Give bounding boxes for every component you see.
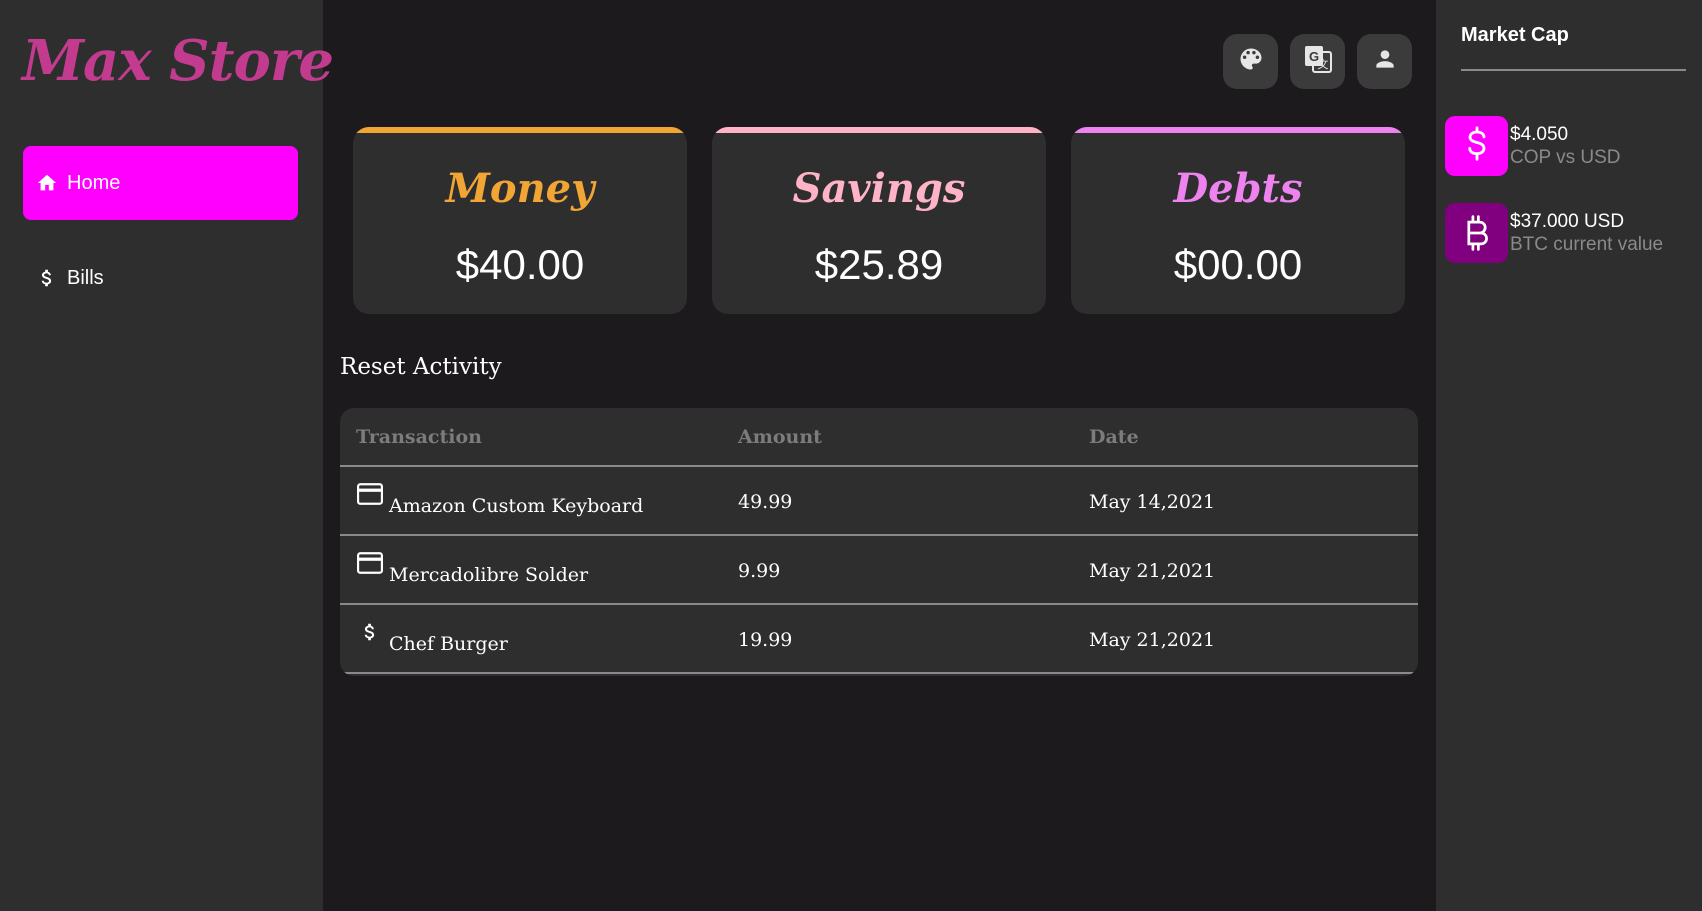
amount-cell: 19.99 [738,629,793,651]
market-value: $4.050 [1510,124,1569,145]
transaction-name: Chef Burger [389,633,508,655]
bitcoin-icon [1445,203,1508,263]
card-accent-bar [353,127,687,133]
app-logo[interactable]: Max Store [22,28,334,94]
amount-cell: 49.99 [738,491,793,513]
dollar-icon [35,266,59,290]
table-row[interactable]: Chef Burger 19.99 May 21,2021 [340,605,1418,674]
card-value: $40.00 [455,241,585,288]
transaction-name: Amazon Custom Keyboard [389,495,644,517]
date-cell: May 14,2021 [1089,491,1216,513]
market-desc: BTC current value [1510,234,1664,255]
sidebar-item-label: Home [67,171,121,194]
date-cell: May 21,2021 [1089,560,1216,582]
palette-icon [1237,45,1265,78]
card-accent-bar [1071,127,1405,133]
amount-cell: 9.99 [738,560,781,582]
column-header: Amount [738,426,822,448]
market-sidebar: Market Cap $4.050 COP vs USD $37.000 USD… [1436,0,1702,911]
card-value: $00.00 [1173,241,1303,288]
card-value: $25.89 [814,241,944,288]
language-button[interactable]: G 文 [1290,34,1345,89]
profile-button[interactable] [1357,34,1412,89]
card-title: Debts [1173,165,1303,212]
savings-card: Savings $25.89 [712,127,1046,314]
section-title: Reset Activity [340,354,502,380]
date-cell: May 21,2021 [1089,629,1216,651]
home-icon [35,171,59,195]
money-card: Money $40.00 [353,127,687,314]
translate-icon: G 文 [1303,44,1333,79]
sidebar-item-home[interactable]: Home [23,146,298,220]
transaction-cell: Mercadolibre Solder [357,552,588,586]
top-toolbar: G 文 [1223,34,1412,89]
market-value: $37.000 USD [1510,211,1625,232]
transaction-cell: Chef Burger [357,623,508,655]
debts-card: Debts $00.00 [1071,127,1405,314]
sidebar-item-label: Bills [67,266,104,289]
card-title: Money [445,165,595,212]
table-header: Transaction Amount Date [340,408,1418,467]
sidebar: Max Store Home Bills [0,0,334,911]
column-header: Date [1089,426,1139,448]
column-header: Transaction [356,426,482,448]
user-icon [1372,46,1398,77]
theme-button[interactable] [1223,34,1278,89]
dollar-icon [357,619,383,645]
table-row[interactable]: Mercadolibre Solder 9.99 May 21,2021 [340,536,1418,605]
activity-table: Transaction Amount Date Amazon Custom Ke… [340,408,1418,676]
transaction-cell: Amazon Custom Keyboard [357,483,643,517]
market-item-cop[interactable]: $4.050 COP vs USD [1445,116,1621,176]
transaction-name: Mercadolibre Solder [389,564,589,586]
credit-card-icon [357,550,383,576]
svg-text:文: 文 [1317,57,1328,71]
card-title: Savings [792,165,966,212]
divider [1461,69,1686,71]
market-item-btc[interactable]: $37.000 USD BTC current value [1445,203,1663,263]
market-title: Market Cap [1461,24,1569,46]
market-desc: COP vs USD [1510,147,1621,168]
card-accent-bar [712,127,1046,133]
sidebar-item-bills[interactable]: Bills [23,241,298,315]
credit-card-icon [357,481,383,507]
dollar-icon [1445,116,1508,176]
table-row[interactable]: Amazon Custom Keyboard 49.99 May 14,2021 [340,467,1418,536]
